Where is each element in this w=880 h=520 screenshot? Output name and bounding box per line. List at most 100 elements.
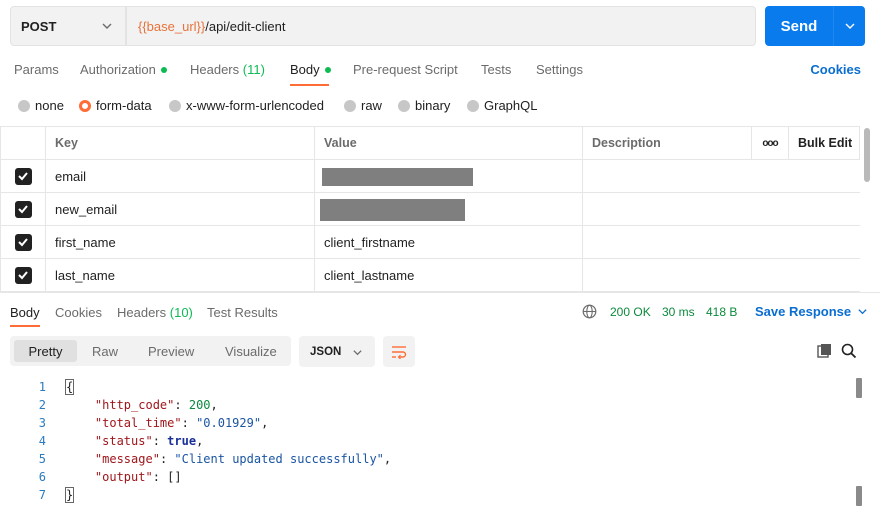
radio-x-www-form-urlencoded[interactable]: x-www-form-urlencoded — [169, 98, 324, 113]
redacted-value — [322, 168, 473, 186]
status-code[interactable]: 200 OK — [610, 305, 651, 319]
json-boolean: true — [167, 434, 197, 448]
table-scrollbar[interactable] — [864, 128, 870, 182]
response-tab-headers[interactable]: Headers (10) — [117, 305, 193, 320]
chevron-down-icon — [845, 23, 854, 29]
radio-circle-icon — [18, 99, 30, 112]
line-number: 5 — [38, 452, 46, 466]
row-checkbox-cell — [0, 160, 46, 192]
header-check-cell — [0, 127, 46, 159]
response-tab-body[interactable]: Body — [10, 305, 40, 320]
radio-graphql[interactable]: GraphQL — [467, 98, 537, 113]
radio-raw[interactable]: raw — [344, 98, 382, 113]
checkbox[interactable] — [14, 233, 32, 251]
response-time[interactable]: 30 ms — [662, 305, 695, 319]
header-value: Value — [315, 127, 583, 159]
more-options-button[interactable]: ooo — [752, 127, 789, 159]
row-description[interactable] — [583, 193, 860, 225]
active-dot-icon — [160, 66, 167, 73]
row-value[interactable] — [315, 193, 583, 225]
method-select[interactable]: POST — [10, 6, 126, 46]
tab-headers[interactable]: Headers (11) — [190, 62, 265, 77]
copy-icon[interactable] — [817, 343, 833, 359]
cookies-link[interactable]: Cookies — [810, 62, 861, 77]
checkbox[interactable] — [14, 200, 32, 218]
radio-label: form-data — [96, 98, 152, 113]
header-description: Description — [583, 127, 752, 159]
request-tabs: Params Authorization Headers (11) Body P… — [0, 54, 880, 88]
tab-authorization[interactable]: Authorization — [80, 62, 167, 77]
view-preview-button[interactable]: Preview — [142, 340, 200, 362]
more-options-icon: ooo — [762, 137, 778, 149]
row-value[interactable]: client_lastname — [315, 259, 583, 291]
tab-params[interactable]: Params — [14, 62, 59, 77]
json-string: "0.01929" — [196, 416, 262, 430]
response-tab-cookies[interactable]: Cookies — [55, 305, 102, 320]
radio-form-data[interactable]: form-data — [79, 98, 152, 113]
code-text: "message": "Client updated successfully"… — [94, 452, 392, 466]
check-icon — [18, 172, 28, 181]
globe-icon[interactable] — [582, 304, 597, 319]
radio-circle-icon — [169, 99, 181, 112]
row-value[interactable] — [315, 160, 583, 192]
row-key[interactable]: last_name — [46, 259, 315, 291]
row-key[interactable]: email — [46, 160, 315, 192]
row-description[interactable] — [583, 160, 860, 192]
table-row: last_name client_lastname — [0, 259, 860, 292]
tab-prerequest-script[interactable]: Pre-request Script — [353, 62, 458, 77]
code-line: 7 } — [0, 486, 850, 504]
row-description[interactable] — [583, 259, 860, 291]
open-brace: { — [64, 379, 75, 395]
view-mode-group: Pretty Raw Preview Visualize — [10, 336, 291, 366]
row-value[interactable]: client_firstname — [315, 226, 583, 258]
checkbox[interactable] — [14, 266, 32, 284]
search-icon[interactable] — [841, 343, 857, 359]
radio-circle-icon — [398, 99, 410, 112]
send-button[interactable]: Send — [765, 6, 865, 46]
radio-label: none — [35, 98, 64, 113]
radio-label: binary — [415, 98, 451, 113]
code-line: 1 { — [0, 378, 850, 396]
wrap-lines-icon — [392, 345, 407, 359]
json-string: "Client updated successfully" — [174, 452, 384, 466]
tab-settings[interactable]: Settings — [536, 62, 583, 77]
radio-label: x-www-form-urlencoded — [186, 98, 324, 113]
line-number: 4 — [38, 434, 46, 448]
wrap-lines-button[interactable] — [383, 336, 415, 367]
save-response-button[interactable]: Save Response — [755, 304, 868, 319]
json-key: "total_time" — [94, 416, 182, 430]
code-scrollbar-bottom[interactable] — [856, 486, 862, 506]
json-key: "message" — [94, 452, 160, 466]
row-description[interactable] — [583, 226, 860, 258]
tab-tests[interactable]: Tests — [481, 62, 511, 77]
view-raw-button[interactable]: Raw — [86, 340, 124, 362]
send-options-button[interactable] — [834, 20, 865, 32]
code-text: "http_code": 200, — [94, 398, 218, 412]
radio-binary[interactable]: binary — [398, 98, 450, 113]
code-scrollbar-top[interactable] — [856, 378, 862, 398]
tab-body[interactable]: Body — [290, 62, 331, 77]
view-pretty-button[interactable]: Pretty — [14, 340, 77, 362]
json-key: "http_code" — [94, 398, 175, 412]
tab-body-label: Body — [290, 62, 320, 77]
active-tab-underline — [290, 84, 329, 86]
url-input[interactable]: {{base_url}}/api/edit-client — [126, 6, 756, 46]
code-text: } — [64, 487, 75, 503]
check-icon — [18, 271, 28, 280]
table-header-row: Key Value Description ooo Bulk Edit — [0, 127, 860, 160]
row-key[interactable]: new_email — [46, 193, 315, 225]
response-size[interactable]: 418 B — [706, 305, 737, 319]
line-number: 1 — [38, 380, 46, 394]
table-row: first_name client_firstname — [0, 226, 860, 259]
checkbox[interactable] — [14, 167, 32, 185]
view-visualize-button[interactable]: Visualize — [219, 340, 283, 362]
save-response-label: Save Response — [755, 304, 852, 319]
format-select[interactable]: JSON — [299, 336, 375, 367]
line-number: 7 — [38, 488, 46, 502]
row-key[interactable]: first_name — [46, 226, 315, 258]
bulk-edit-button[interactable]: Bulk Edit — [789, 127, 860, 159]
response-tab-test-results[interactable]: Test Results — [207, 305, 278, 320]
json-key: "status" — [94, 434, 153, 448]
code-line: 4 "status": true, — [0, 432, 850, 450]
radio-none[interactable]: none — [18, 98, 64, 113]
